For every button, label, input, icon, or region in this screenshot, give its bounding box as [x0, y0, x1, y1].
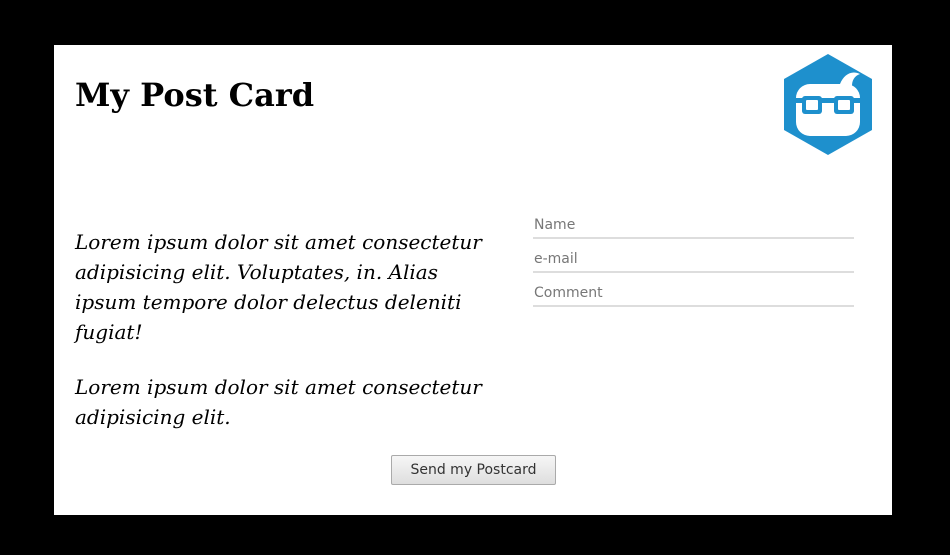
send-postcard-button[interactable]: Send my Postcard — [391, 455, 556, 485]
comment-field[interactable] — [533, 279, 854, 307]
glasses-face-logo-icon — [784, 54, 872, 155]
contact-form — [533, 211, 855, 313]
email-field[interactable] — [533, 245, 854, 273]
name-field[interactable] — [533, 211, 854, 239]
page-title: My Post Card — [75, 76, 315, 114]
postcard-message: Lorem ipsum dolor sit amet consectetur a… — [75, 227, 505, 457]
message-paragraph: Lorem ipsum dolor sit amet consectetur a… — [75, 230, 482, 344]
postcard: My Post Card Lorem ipsum dolor sit amet … — [54, 45, 892, 515]
message-paragraph: Lorem ipsum dolor sit amet consectetur a… — [75, 375, 482, 429]
